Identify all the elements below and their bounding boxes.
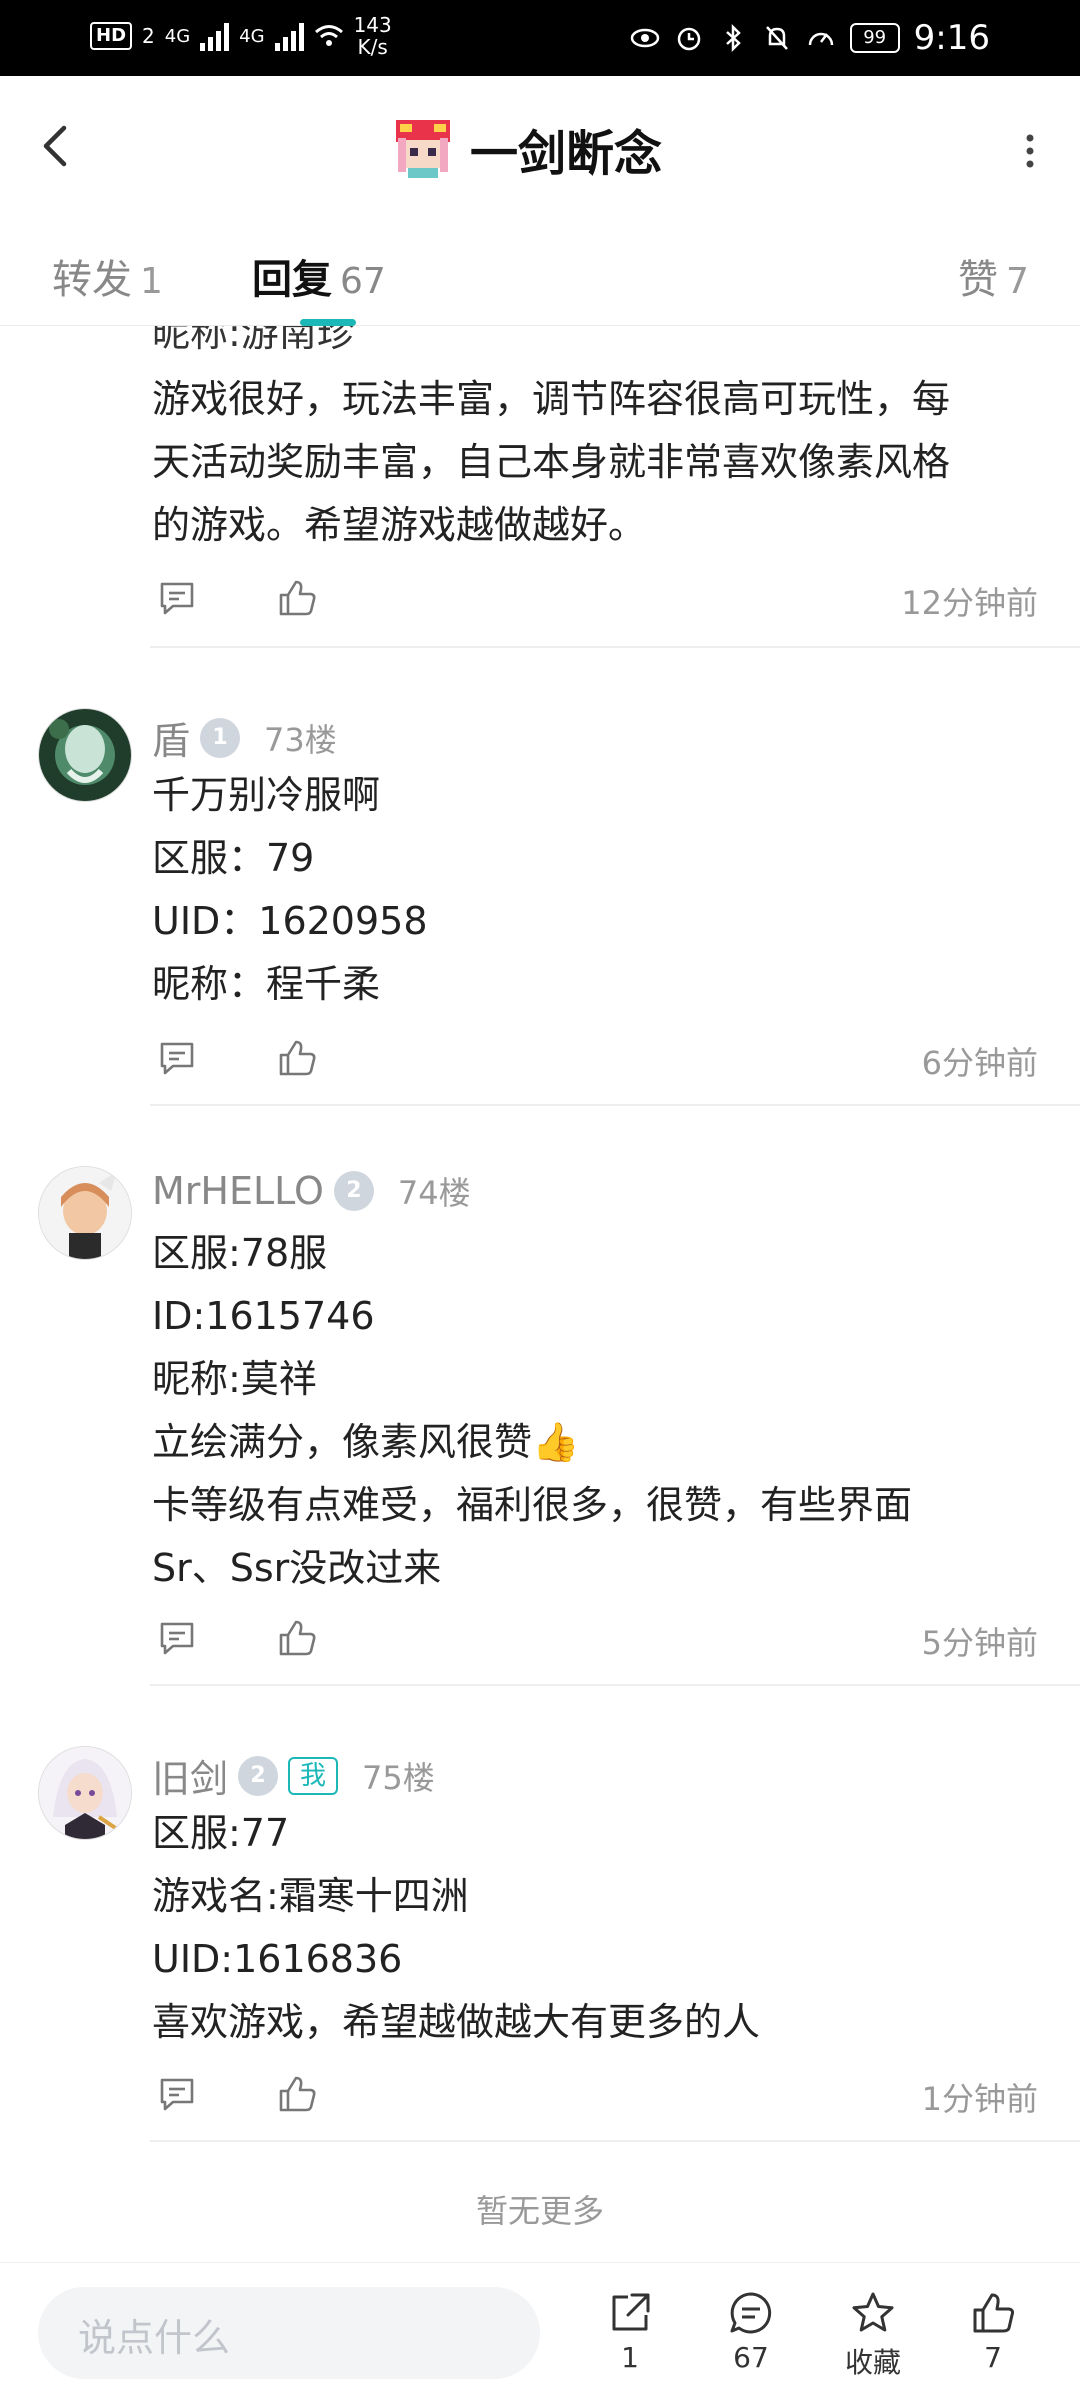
game-logo-icon [390, 116, 456, 182]
reply-time: 1分钟前 [921, 2080, 1038, 2118]
bluetooth-icon [725, 23, 741, 53]
status-right: 99 9:16 [630, 16, 990, 60]
username[interactable]: 盾 [152, 710, 190, 765]
avatar[interactable] [38, 1166, 132, 1260]
floor-number: 75楼 [362, 1758, 435, 1797]
comment-count: 67 [733, 2341, 769, 2374]
tab-replies-count: 67 [340, 261, 386, 302]
speed-value: 143 [353, 13, 392, 37]
reply-comment-icon[interactable] [155, 2072, 199, 2116]
divider [150, 2140, 1080, 2142]
status-left: HD 2 4G 4G 143 K/s [90, 14, 392, 58]
tab-bar: 转发 1 回复 67 赞7 [0, 221, 1080, 326]
reply-time: 5分钟前 [921, 1624, 1038, 1662]
tab-likes-count: 7 [1006, 261, 1029, 302]
network-type-2: 4G [239, 25, 265, 47]
reply-text: 千万别冷服啊 区服：79 UID：1620958 昵称：程千柔 [152, 773, 428, 1006]
signal-icon-2 [274, 21, 304, 51]
tab-replies[interactable]: 回复 67 [252, 247, 386, 305]
avatar[interactable] [38, 708, 132, 802]
partial-reply-cut-line: 昵称:游南珍 [152, 326, 355, 355]
comment-input-placeholder: 说点什么 [78, 2316, 231, 2360]
me-badge: 我 [288, 1756, 339, 1795]
sim-indicator: 2 [142, 24, 155, 48]
bottom-action-bar: 说点什么 1 67 收藏 7 [0, 2262, 1080, 2401]
username[interactable]: 旧剑 [152, 1748, 228, 1803]
share-count: 1 [621, 2341, 639, 2374]
reply-comment-icon[interactable] [155, 1616, 199, 1660]
top-app-bar: 一剑断念 [0, 76, 1080, 222]
reply-time: 6分钟前 [921, 1044, 1038, 1082]
floor-number: 73楼 [264, 720, 337, 759]
speedometer-icon [808, 32, 833, 46]
thumb-up-icon [973, 2293, 1015, 2333]
level-badge-icon: 1 [200, 717, 241, 758]
network-type-1: 4G [164, 25, 191, 47]
star-icon [852, 2292, 894, 2332]
reply-actions: 1分钟前 [150, 2072, 1038, 2122]
wifi-icon [314, 25, 343, 46]
reply-comment-icon[interactable] [155, 1036, 199, 1080]
like-thumb-icon[interactable] [275, 2072, 319, 2116]
divider [150, 1684, 1080, 1686]
reply-actions: 5分钟前 [150, 1616, 1038, 1666]
share-icon [612, 2293, 650, 2331]
reply-header: MrHELLO 2 74楼 [152, 1168, 471, 1214]
avatar[interactable] [38, 1746, 132, 1840]
reply-list[interactable]: 昵称:游南珍 游戏很好，玩法丰富，调节阵容很高可玩性，每 天活动奖励丰富，自己本… [0, 326, 1080, 2261]
reply-header: 盾 1 73楼 [152, 710, 337, 765]
comment-button[interactable]: 67 [706, 2289, 796, 2374]
like-thumb-icon[interactable] [275, 1036, 319, 1080]
clock: 9:16 [913, 18, 990, 58]
level-badge-icon: 2 [238, 1755, 279, 1796]
floor-number: 74楼 [397, 1174, 471, 1212]
title-group: 一剑断念 [390, 114, 662, 184]
signal-icon [200, 21, 230, 51]
tab-likes-label: 赞 [958, 257, 998, 303]
tab-forward-count: 1 [140, 261, 163, 302]
comment-input[interactable]: 说点什么 [38, 2287, 540, 2379]
username[interactable]: MrHELLO [152, 1169, 324, 1213]
partial-reply-text: 游戏很好，玩法丰富，调节阵容很高可玩性，每 天活动奖励丰富，自己本身就非常喜欢像… [152, 377, 951, 547]
hd-indicator: HD [90, 22, 133, 50]
comment-bubble-icon [730, 2292, 772, 2334]
reply-text: 区服:78服 ID:1615746 昵称:莫祥 立绘满分，像素风很赞👍 卡等级有… [152, 1231, 913, 1590]
speed-unit: K/s [357, 35, 388, 59]
level-badge-icon: 2 [333, 1171, 374, 1211]
favorite-button[interactable]: 收藏 [828, 2289, 918, 2381]
active-tab-indicator [300, 319, 356, 326]
reply-time: 12分钟前 [901, 584, 1038, 622]
divider [150, 1104, 1080, 1106]
mute-bell-icon [765, 26, 788, 50]
battery-indicator: 99 [849, 23, 900, 53]
alarm-icon [677, 27, 700, 51]
like-button[interactable]: 7 [948, 2289, 1038, 2374]
share-button[interactable]: 1 [585, 2289, 675, 2374]
divider [150, 646, 1080, 648]
like-thumb-icon[interactable] [275, 576, 319, 620]
eye-icon [630, 28, 659, 48]
like-count: 7 [984, 2341, 1002, 2374]
tab-replies-label: 回复 [252, 257, 332, 303]
favorite-label: 收藏 [844, 2346, 901, 2379]
reply-text: 区服:77 游戏名:霜寒十四洲 UID:1616836 喜欢游戏，希望越做越大有… [152, 1811, 761, 2044]
like-thumb-icon[interactable] [275, 1616, 319, 1660]
tab-forward-label: 转发 [52, 257, 132, 303]
partial-reply-actions: 12分钟前 [150, 576, 1038, 626]
reply-header: 旧剑 2 我 75楼 [152, 1748, 435, 1803]
more-options-icon[interactable] [1010, 126, 1050, 176]
back-arrow-icon[interactable] [30, 116, 80, 176]
network-speed: 143 K/s [354, 14, 392, 58]
tab-likes[interactable]: 赞7 [958, 247, 1029, 305]
reply-actions: 6分钟前 [150, 1036, 1038, 1086]
status-bar: HD 2 4G 4G 143 K/s 99 9:16 [0, 0, 1080, 76]
reply-comment-icon[interactable] [155, 576, 199, 620]
page-title: 一剑断念 [470, 126, 663, 182]
tab-forward[interactable]: 转发 1 [52, 247, 163, 305]
no-more-label: 暂无更多 [475, 2192, 604, 2230]
